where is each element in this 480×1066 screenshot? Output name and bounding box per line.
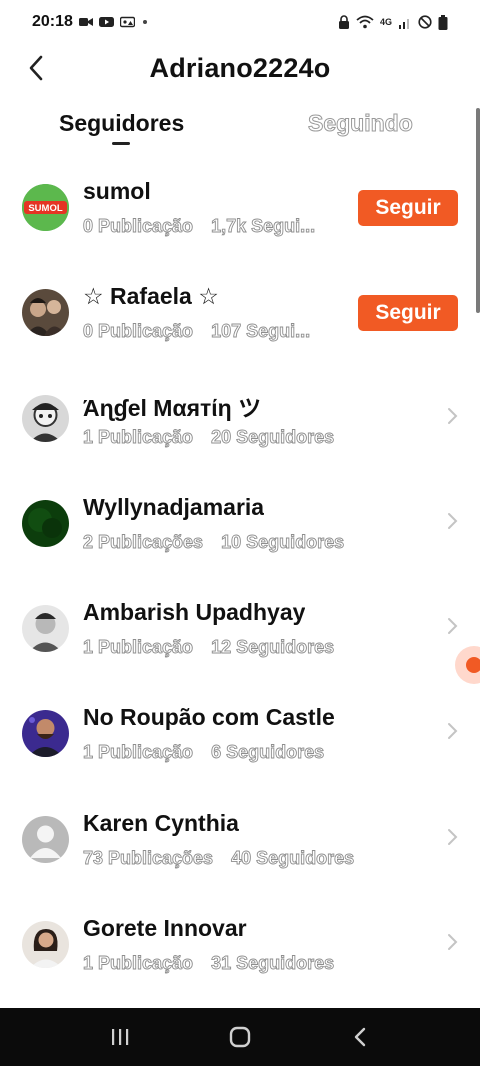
user-stats: 2 Publicações 10 Seguidores xyxy=(83,531,345,553)
avatar xyxy=(22,921,69,969)
posts-count: 1 Publicação xyxy=(83,426,194,447)
home-icon xyxy=(229,1026,251,1048)
avatar: SUMOL xyxy=(22,184,69,231)
user-name: Karen Cynthia xyxy=(83,809,239,836)
user-stats: 1 Publicação 6 Seguidores xyxy=(83,742,325,763)
follow-button[interactable]: Seguir xyxy=(358,295,458,332)
recents-icon xyxy=(112,1029,129,1045)
system-nav-bar xyxy=(0,1008,480,1066)
user-stats: 0 Publicação 1,7k Segui... xyxy=(83,216,316,237)
dnd-icon xyxy=(418,15,432,29)
youtube-icon xyxy=(98,17,114,27)
header: Adriano2224o xyxy=(0,44,480,92)
wifi-icon xyxy=(356,15,374,29)
followers-count: 40 Seguidores xyxy=(231,847,355,868)
dot-icon xyxy=(142,20,147,24)
avatar xyxy=(22,605,69,653)
chevron-right-icon[interactable] xyxy=(446,933,458,951)
list-item[interactable]: Gorete Innovar 1 Publicação 31 Seguidores xyxy=(0,889,480,994)
avatar xyxy=(22,289,69,337)
chevron-right-icon[interactable] xyxy=(446,828,458,846)
lock-icon xyxy=(338,15,349,29)
recents-button[interactable] xyxy=(100,1017,140,1057)
status-time: 20:18 xyxy=(32,13,73,30)
battery-icon xyxy=(438,14,448,30)
avatar xyxy=(22,815,69,863)
chevron-right-icon[interactable] xyxy=(446,512,458,530)
back-icon xyxy=(354,1027,366,1047)
list-item[interactable]: Ambarish Upadhyay 1 Publicação 12 Seguido… xyxy=(0,573,480,678)
svg-text:SUMOL: SUMOL xyxy=(28,203,63,214)
tab-active-indicator xyxy=(112,142,130,145)
user-stats: 73 Publicações 40 Seguidores xyxy=(83,847,355,869)
chevron-right-icon[interactable] xyxy=(446,617,458,635)
signal-icon xyxy=(399,19,409,29)
list-item[interactable]: Karen Cynthia 73 Publicações 40 Seguidore… xyxy=(0,784,480,889)
posts-count: 1 Publicação xyxy=(83,637,194,658)
home-button[interactable] xyxy=(220,1017,260,1057)
tab-bar: Seguidores Seguindo xyxy=(0,100,480,152)
video-icon xyxy=(78,18,93,26)
posts-count: 0 Publicação xyxy=(83,321,194,342)
chevron-right-icon[interactable] xyxy=(446,722,458,740)
back-button[interactable] xyxy=(18,50,54,86)
followers-count: 6 Seguidores xyxy=(211,742,325,763)
avatar xyxy=(22,499,69,547)
chevron-right-icon[interactable] xyxy=(446,407,458,425)
followers-count: 107 Segui... xyxy=(211,321,311,342)
follow-button[interactable]: Seguir xyxy=(358,190,458,226)
user-name: sumol xyxy=(83,178,151,204)
avatar xyxy=(22,394,69,442)
gallery-icon xyxy=(119,16,135,28)
user-name: Άɳɠel Μαятίη ツ xyxy=(83,394,262,421)
chevron-left-icon xyxy=(29,55,43,81)
page-title: Adriano2224o xyxy=(149,52,331,83)
followers-count: 1,7k Segui... xyxy=(211,216,316,237)
user-stats: 1 Publicação 12 Seguidores xyxy=(83,637,335,658)
followers-count: 10 Seguidores xyxy=(221,531,345,552)
user-stats: 1 Publicação 20 Seguidores xyxy=(83,426,335,448)
list-item[interactable]: SUMOL sumol 0 Publicação 1,7k Segui... Se… xyxy=(0,152,480,257)
user-name: Gorete Innovar xyxy=(83,915,247,942)
user-stats: 0 Publicação 107 Segui... xyxy=(83,321,311,342)
followers-list: SUMOL sumol 0 Publicação 1,7k Segui... Se… xyxy=(0,152,480,994)
network-4g-icon: 4G xyxy=(379,17,392,27)
list-item[interactable]: ☆ Rafaela ☆ 0 Publicação 107 Segui... Seg… xyxy=(0,257,480,362)
status-right: 4G xyxy=(338,14,448,30)
followers-count: 12 Seguidores xyxy=(211,637,335,658)
tab-seguindo[interactable]: Seguindo xyxy=(308,110,414,137)
list-item[interactable]: Wyllynadjamaria 2 Publicações 10 Seguidor… xyxy=(0,468,480,573)
list-item[interactable]: Άɳɠel Μαятίη ツ 1 Publicação 20 Seguidores xyxy=(0,363,480,468)
posts-count: 0 Publicação xyxy=(83,216,194,237)
tab-seguidores[interactable]: Seguidores xyxy=(59,110,184,137)
posts-count: 2 Publicações xyxy=(83,531,204,552)
posts-count: 1 Publicação xyxy=(83,953,194,974)
list-item[interactable]: No Roupão com Castle 1 Publicação 6 Segui… xyxy=(0,678,480,783)
avatar xyxy=(22,710,69,758)
posts-count: 73 Publicações xyxy=(83,847,214,868)
status-left: 20:18 xyxy=(32,13,149,31)
nav-back-button[interactable] xyxy=(340,1017,380,1057)
floating-dot-icon xyxy=(466,657,480,673)
default-user-icon xyxy=(22,815,69,863)
user-name: No Roupão com Castle xyxy=(83,704,335,731)
user-name: Ambarish Upadhyay xyxy=(83,599,306,626)
user-name: ☆ Rafaela ☆ xyxy=(83,283,219,310)
user-name: Wyllynadjamaria xyxy=(83,493,265,520)
sumol-logo-icon: SUMOL xyxy=(22,184,69,231)
posts-count: 1 Publicação xyxy=(83,742,194,763)
followers-count: 20 Seguidores xyxy=(211,426,335,447)
followers-count: 31 Seguidores xyxy=(211,953,335,974)
status-bar: 20:18 4G xyxy=(0,0,480,44)
user-stats: 1 Publicação 31 Seguidores xyxy=(83,953,335,974)
